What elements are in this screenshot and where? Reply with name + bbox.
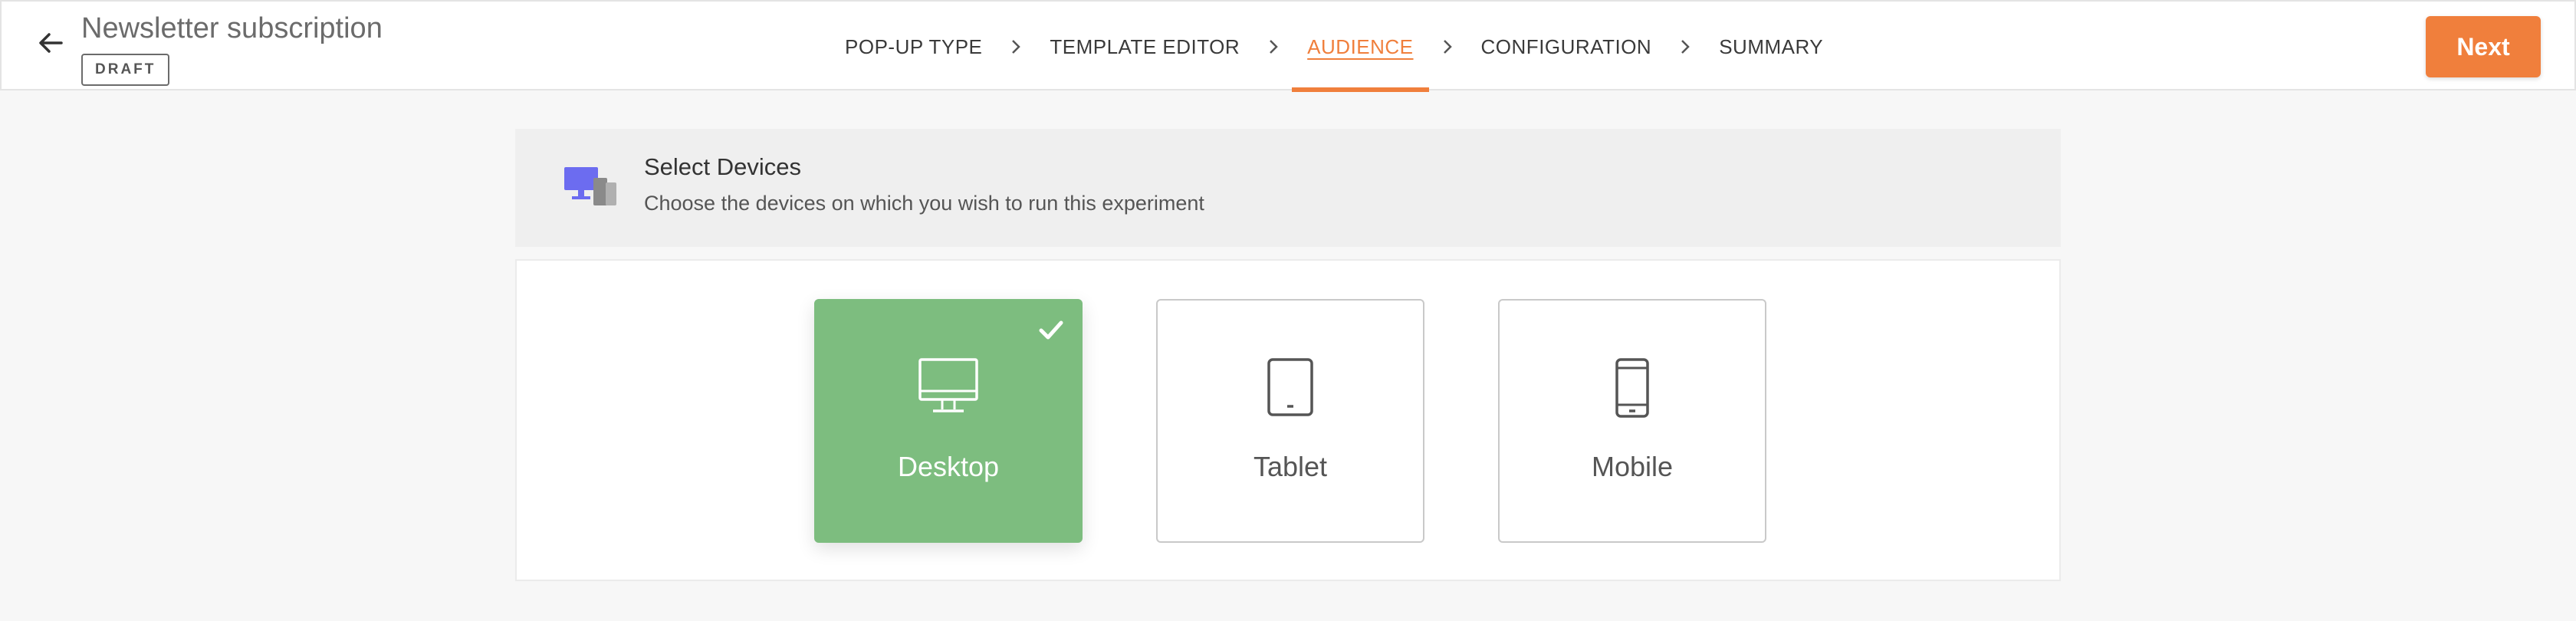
chevron-right-icon: [997, 2, 1034, 92]
wizard-stepper: POP-UP TYPE TEMPLATE EDITOR AUDIENCE CON…: [830, 2, 1838, 92]
device-options-panel: Desktop Tablet Mobile: [515, 259, 2061, 581]
page-title: Newsletter subscription: [81, 12, 383, 44]
section-title: Select Devices: [644, 153, 802, 180]
step-template-editor[interactable]: TEMPLATE EDITOR: [1034, 2, 1255, 92]
step-configuration[interactable]: CONFIGURATION: [1466, 2, 1668, 92]
arrow-left-icon: [39, 33, 63, 53]
checkmark-icon: [1039, 320, 1063, 340]
step-summary[interactable]: SUMMARY: [1704, 2, 1838, 92]
device-card-tablet[interactable]: Tablet: [1156, 299, 1424, 543]
device-label-mobile: Mobile: [1591, 451, 1674, 482]
devices-icon: [564, 167, 616, 205]
step-popup-type[interactable]: POP-UP TYPE: [830, 2, 997, 92]
next-button[interactable]: Next: [2426, 16, 2541, 77]
status-badge: DRAFT: [81, 54, 170, 86]
tablet-icon: [1158, 357, 1423, 419]
device-label-desktop: Desktop: [897, 451, 1000, 482]
device-card-mobile[interactable]: Mobile: [1498, 299, 1766, 543]
device-card-desktop[interactable]: Desktop: [814, 299, 1083, 543]
device-label-tablet: Tablet: [1253, 451, 1328, 482]
section-subtitle: Choose the devices on which you wish to …: [644, 192, 1204, 215]
chevron-right-icon: [1255, 2, 1292, 92]
back-button[interactable]: [32, 25, 69, 61]
step-audience[interactable]: AUDIENCE: [1292, 2, 1429, 92]
chevron-right-icon: [1429, 2, 1466, 92]
top-bar: Newsletter subscription DRAFT POP-UP TYP…: [0, 0, 2576, 92]
desktop-icon: [816, 357, 1081, 419]
mobile-icon: [1500, 357, 1765, 419]
chevron-right-icon: [1667, 2, 1704, 92]
select-devices-header: Select Devices Choose the devices on whi…: [515, 129, 2061, 247]
